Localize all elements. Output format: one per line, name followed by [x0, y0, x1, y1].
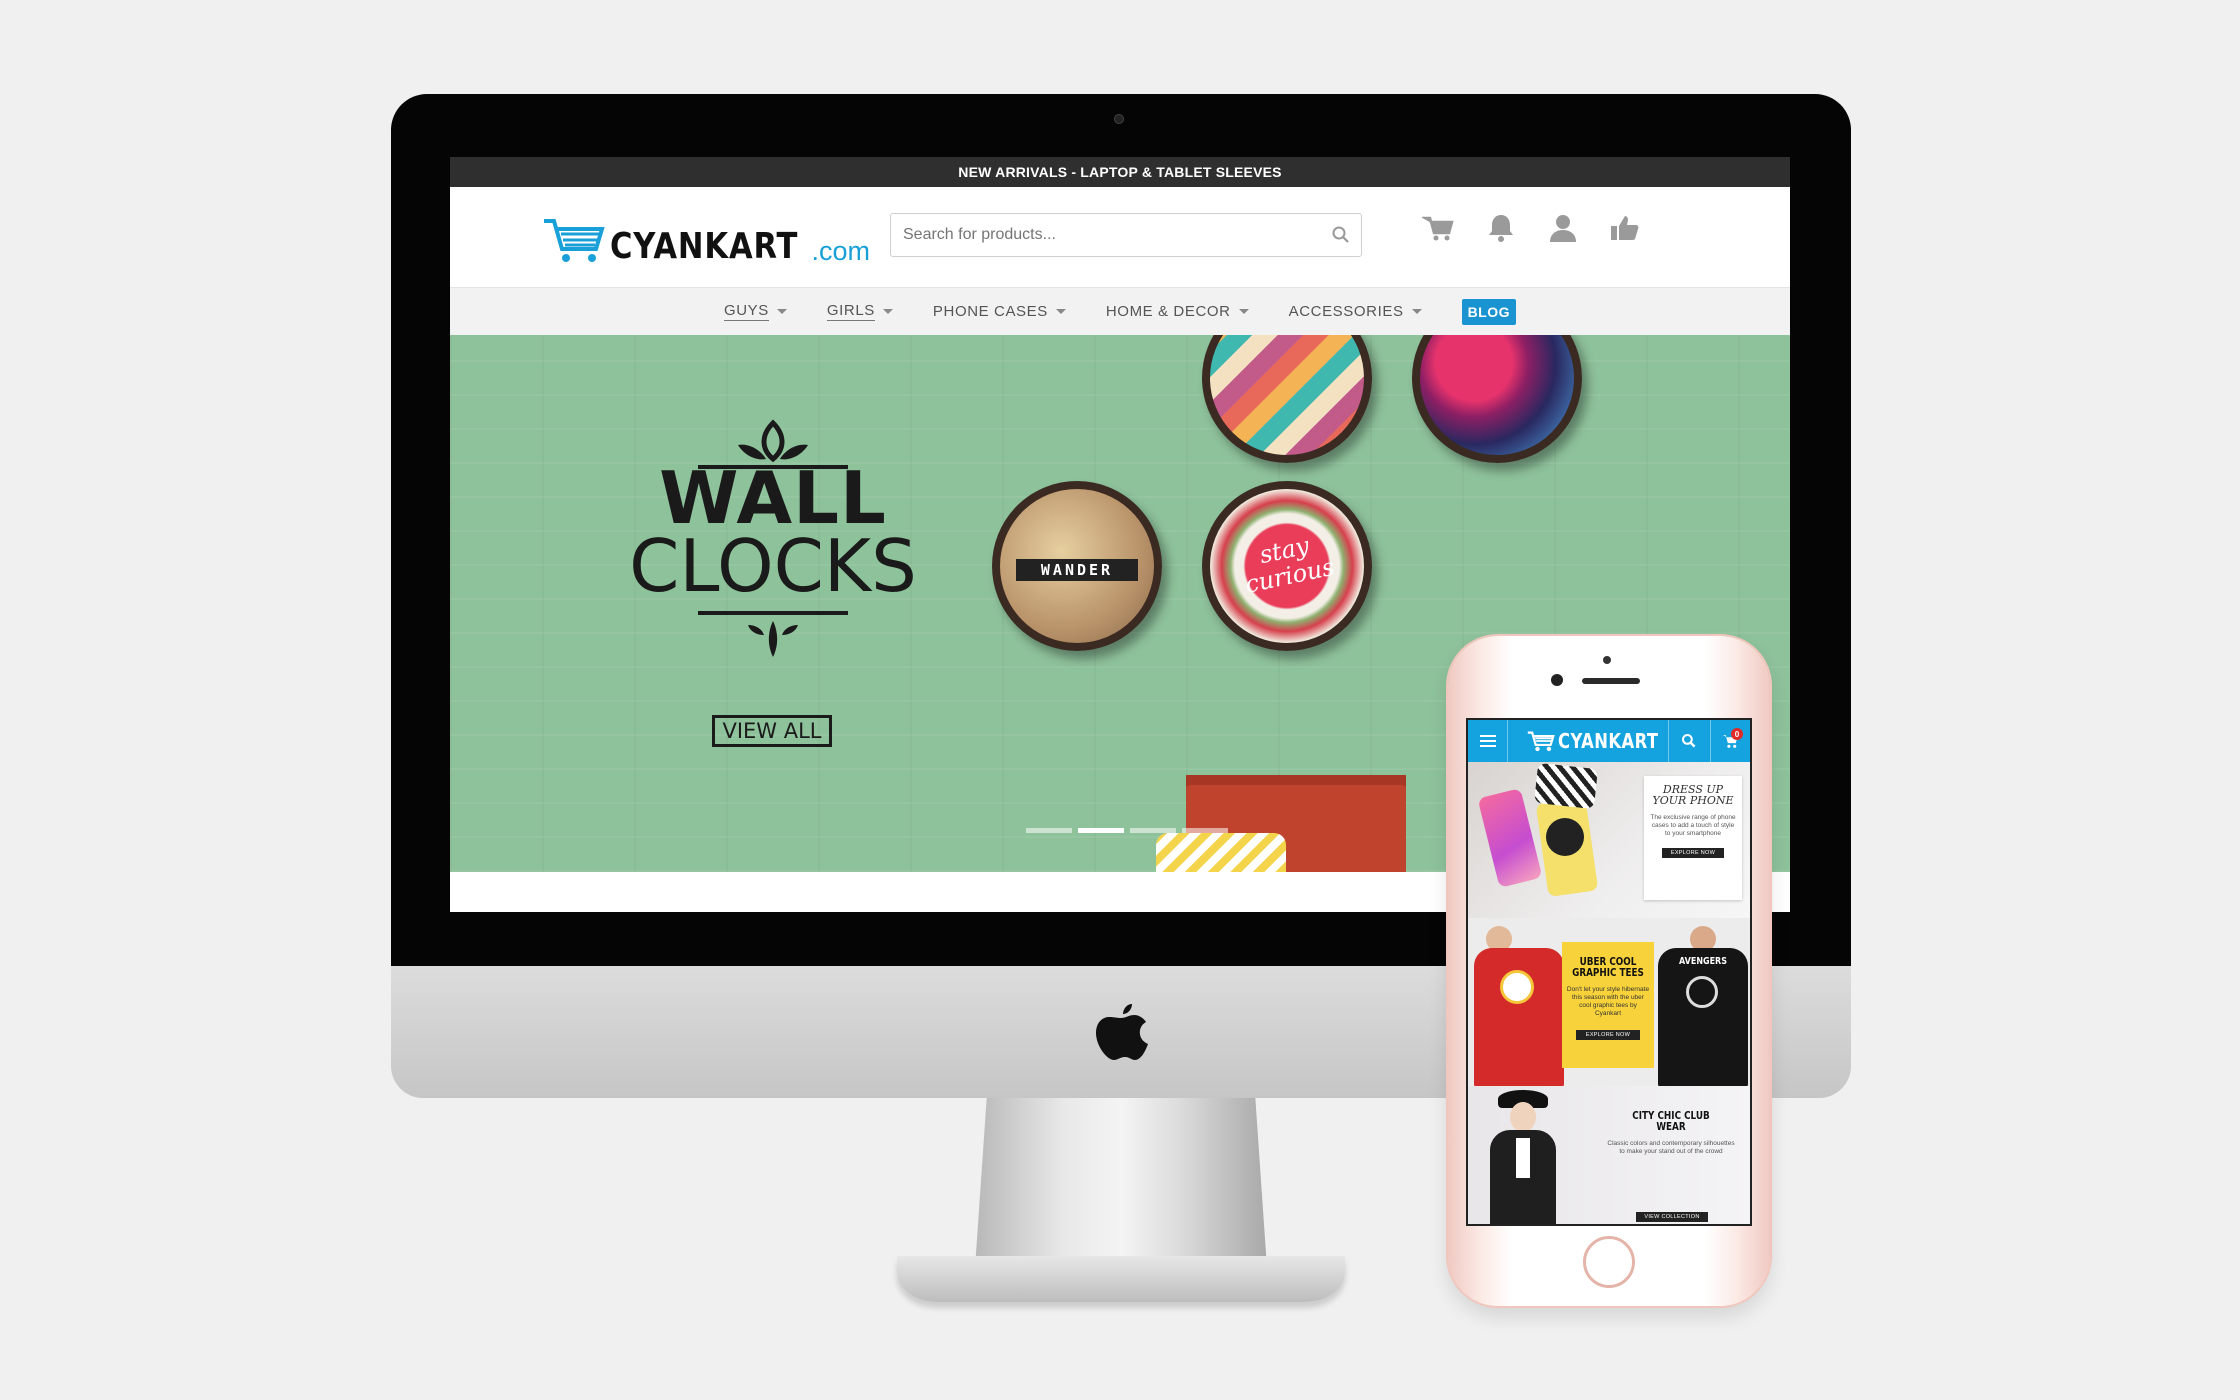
hero-title: WALL CLOCKS [628, 456, 918, 608]
nav-label: ACCESSORIES [1288, 303, 1404, 320]
hero-title-line1: WALL [659, 456, 887, 540]
cart-logo-icon [544, 219, 605, 262]
carousel-dot-active[interactable] [1078, 828, 1124, 833]
view-all-button[interactable]: VIEW ALL [712, 715, 832, 747]
pillow [1156, 833, 1286, 872]
mobile-screen: CYANKART 0 DRESS UP YOUR PHONE The exclu… [1466, 718, 1752, 1226]
nav-label: GIRLS [826, 302, 875, 321]
pattern-case-image [1534, 762, 1598, 810]
bell-icon[interactable] [1484, 211, 1518, 245]
explore-now-button[interactable]: EXPLORE NOW [1662, 848, 1724, 858]
imac-stand-neck [975, 1098, 1267, 1268]
mobile-banner-club-wear[interactable]: CITY CHIC CLUB WEAR Classic colors and c… [1468, 1086, 1750, 1224]
caret-down-icon [1055, 309, 1066, 314]
carousel-dots [1026, 828, 1228, 833]
hamburger-menu-icon[interactable] [1468, 720, 1508, 762]
site-logo[interactable]: CYANKART .com [542, 209, 870, 265]
caret-down-icon [1411, 309, 1422, 314]
imac-stand-foot [897, 1256, 1345, 1302]
logo-domain: .com [811, 236, 870, 266]
nav-blog-button[interactable]: BLOG [1461, 298, 1517, 325]
mobile-banner-phone-cases[interactable]: DRESS UP YOUR PHONE The exclusive range … [1468, 762, 1750, 918]
mobile-logo-text: CYANKART [1558, 729, 1659, 753]
mobile-search-button[interactable] [1668, 720, 1708, 762]
nav-item-accessories[interactable]: ACCESSORIES [1289, 303, 1422, 320]
thumbs-up-icon[interactable] [1608, 211, 1642, 245]
clock-label: WANDER [1016, 559, 1138, 581]
main-nav: GUYS GIRLS PHONE CASES HOME & DECOR ACCE… [450, 287, 1790, 335]
menu-icon [1479, 735, 1496, 747]
camera-icon [1114, 114, 1124, 124]
announcement-bar[interactable]: NEW ARRIVALS - LAPTOP & TABLET SLEEVES [450, 157, 1790, 187]
cart-logo-icon [1527, 731, 1555, 752]
banner-body: The exclusive range of phone cases to ad… [1650, 814, 1736, 837]
hero-title-line2: CLOCKS [629, 524, 917, 608]
cart-count-badge: 0 [1731, 728, 1743, 740]
home-button[interactable] [1583, 1236, 1635, 1288]
search-input[interactable] [901, 214, 1321, 256]
search-icon [1681, 734, 1695, 748]
clock-label: stay curious [1242, 531, 1337, 599]
banner-body: Don't let your style hibernate this seas… [1566, 986, 1650, 1017]
mobile-logo[interactable]: CYANKART [1526, 729, 1681, 753]
banner-title: CITY CHIC CLUB WEAR [1632, 1109, 1710, 1133]
mobile-cart-button[interactable]: 0 [1710, 720, 1750, 762]
announcement-text[interactable]: NEW ARRIVALS - LAPTOP & TABLET SLEEVES [958, 164, 1281, 180]
nav-item-phone-cases[interactable]: PHONE CASES [933, 303, 1066, 320]
logo-text: CYANKART [610, 226, 799, 267]
nav-item-guys[interactable]: GUYS [723, 302, 787, 321]
carousel-dot[interactable] [1182, 828, 1228, 833]
user-icon[interactable] [1546, 211, 1580, 245]
nav-item-girls[interactable]: GIRLS [826, 302, 893, 321]
banner-card: UBER COOL GRAPHIC TEES Don't let your st… [1562, 942, 1654, 1068]
banner-body: Classic colors and contemporary silhouet… [1607, 1140, 1735, 1155]
search-box [890, 213, 1362, 257]
blouse-image [1516, 1138, 1530, 1178]
site-header: CYANKART .com [450, 187, 1790, 287]
flash-logo-icon [1500, 970, 1534, 1004]
nav-label: HOME & DECOR [1105, 303, 1231, 320]
carousel-dot[interactable] [1130, 828, 1176, 833]
header-icons [1422, 211, 1642, 245]
search-icon[interactable] [1331, 225, 1351, 245]
speaker-grille [1582, 678, 1640, 684]
nav-label: PHONE CASES [932, 303, 1048, 320]
mobile-header: CYANKART 0 [1468, 720, 1750, 762]
view-collection-button[interactable]: VIEW COLLECTION [1636, 1212, 1708, 1222]
proximity-sensor [1603, 656, 1611, 664]
tee-print-text: AVENGERS [1679, 956, 1727, 967]
caret-down-icon [882, 309, 893, 314]
iphone-frame: CYANKART 0 DRESS UP YOUR PHONE The exclu… [1448, 636, 1770, 1306]
banner-title: DRESS UP YOUR PHONE [1652, 783, 1734, 807]
caret-down-icon [776, 309, 787, 314]
avengers-logo-icon [1686, 976, 1718, 1008]
black-tee-image: AVENGERS [1658, 948, 1748, 1086]
nav-label: GUYS [723, 302, 769, 321]
banner-copy: CITY CHIC CLUB WEAR Classic colors and c… [1606, 1110, 1736, 1156]
carousel-dot[interactable] [1026, 828, 1072, 833]
explore-now-button[interactable]: EXPLORE NOW [1576, 1030, 1640, 1040]
apple-logo-icon [1096, 1004, 1148, 1060]
club-wear-model-image [1490, 1130, 1556, 1224]
banner-title: UBER COOL GRAPHIC TEES [1572, 955, 1644, 979]
phone-case-image [1477, 788, 1543, 888]
drop-ornament-icon [698, 611, 848, 657]
map-clock: WANDER [992, 481, 1162, 651]
banner-card: DRESS UP YOUR PHONE The exclusive range … [1644, 776, 1742, 900]
phone-case-emblem [1546, 818, 1584, 856]
mobile-banner-graphic-tees[interactable]: UBER COOL GRAPHIC TEES Don't let your st… [1468, 918, 1750, 1086]
red-tee-image [1474, 948, 1564, 1086]
model-head [1510, 1102, 1536, 1132]
caret-down-icon [1238, 309, 1249, 314]
cart-icon[interactable] [1422, 211, 1456, 245]
front-camera-icon [1551, 674, 1563, 686]
nav-item-home-decor[interactable]: HOME & DECOR [1106, 303, 1249, 320]
floral-clock: stay curious [1202, 481, 1372, 651]
